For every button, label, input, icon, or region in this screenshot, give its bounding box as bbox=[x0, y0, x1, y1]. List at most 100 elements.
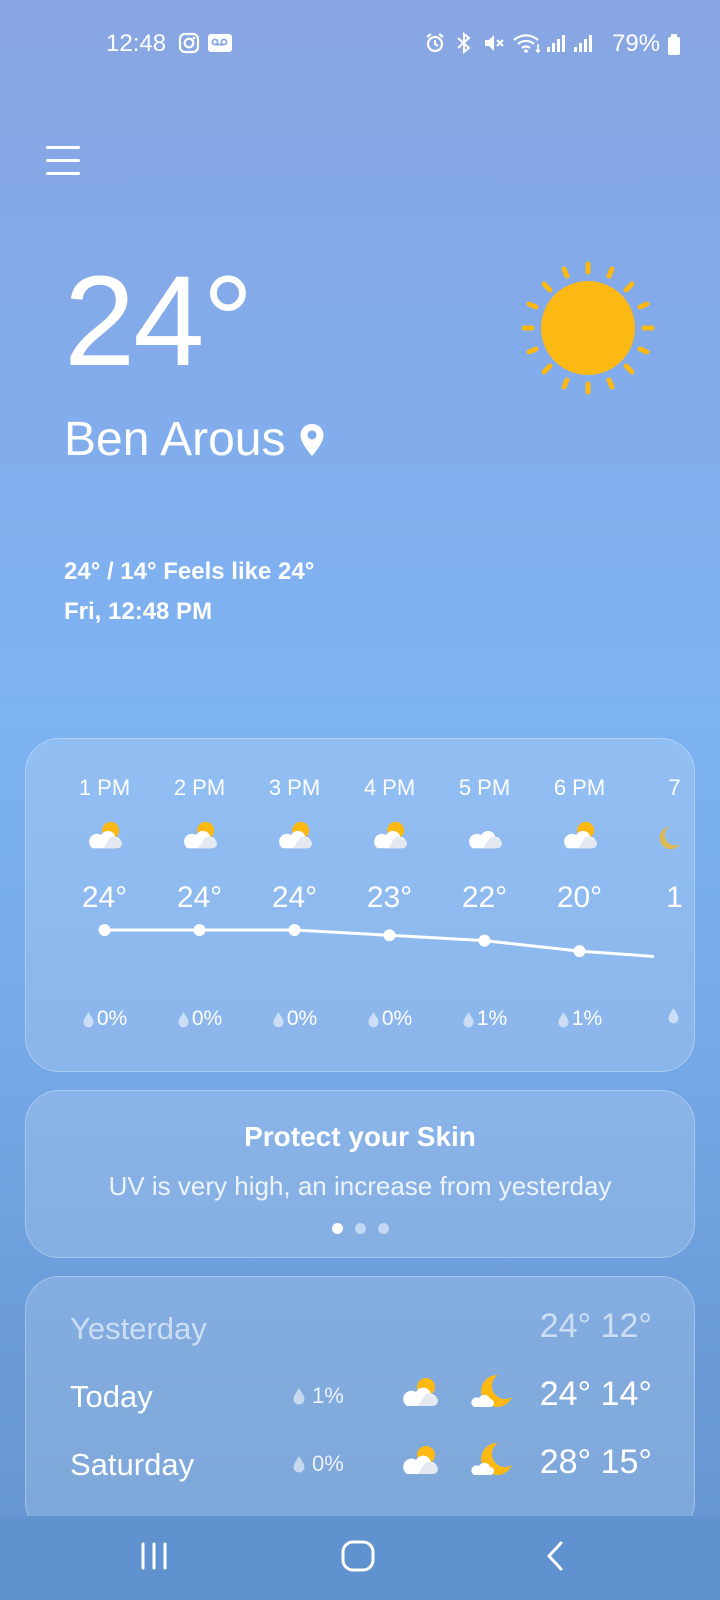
instagram-icon bbox=[178, 32, 200, 54]
hour-rain-value: 0% bbox=[286, 1007, 318, 1030]
day-name: Saturday bbox=[70, 1447, 195, 1482]
temperature-point bbox=[383, 929, 396, 942]
temperature-point bbox=[288, 924, 301, 936]
moon-cloud-icon bbox=[471, 1374, 512, 1407]
hour-rain: 0% bbox=[57, 1007, 152, 1031]
temperature-line bbox=[104, 928, 655, 958]
day-temps: 24° 12° bbox=[539, 1307, 652, 1345]
partly-cloudy-icon bbox=[403, 1446, 438, 1474]
hour-rain: 0% bbox=[247, 1007, 342, 1031]
recent-apps-button[interactable] bbox=[138, 1536, 170, 1576]
raindrop-icon bbox=[668, 1008, 679, 1024]
raindrop-icon bbox=[463, 1011, 474, 1027]
raindrop-icon bbox=[293, 1388, 305, 1405]
daily-row-saturday[interactable]: Saturday 0% 28° 15° bbox=[26, 1439, 694, 1489]
raindrop-icon bbox=[293, 1456, 305, 1473]
hour-temp: 20° bbox=[556, 881, 603, 914]
daily-row-yesterday[interactable]: Yesterday 24° 12° bbox=[26, 1303, 694, 1353]
partly-cloudy-icon bbox=[369, 819, 411, 858]
hourly-forecast-card[interactable]: 1 PM 24° 0% 2 PM 24° 0% 3 PM 24° 0% 4 PM 23° 0% 5 PM… bbox=[25, 738, 695, 1072]
status-bar: 12:48 79% bbox=[0, 28, 720, 62]
raindrop-icon bbox=[368, 1011, 379, 1027]
location[interactable]: Ben Arous bbox=[64, 416, 325, 464]
battery-icon bbox=[668, 34, 680, 55]
hour-rain: 1% bbox=[437, 1007, 532, 1031]
hour-temp: 1 bbox=[666, 881, 683, 914]
hour-label: 5 PM bbox=[458, 775, 511, 800]
uv-tip-subtitle: UV is very high, an increase from yester… bbox=[108, 1171, 612, 1201]
uv-tip-card[interactable]: Protect your Skin UV is very high, an in… bbox=[25, 1090, 695, 1258]
day-temps: 28° 15° bbox=[539, 1443, 652, 1481]
hour-label: 6 PM bbox=[553, 775, 606, 800]
location-pin-icon bbox=[300, 424, 324, 456]
raindrop-icon bbox=[558, 1011, 569, 1027]
hour-temp: 23° bbox=[366, 881, 413, 914]
day-name: Yesterday bbox=[70, 1311, 207, 1346]
home-button[interactable] bbox=[338, 1536, 378, 1576]
hour-rain bbox=[627, 1007, 694, 1024]
partly-cloudy-icon bbox=[403, 1378, 438, 1406]
cloud-icon bbox=[464, 819, 506, 858]
mute-icon bbox=[485, 35, 504, 51]
bluetooth-icon bbox=[457, 32, 471, 54]
battery-level: 79% bbox=[612, 30, 660, 58]
day-temps: 24° 14° bbox=[539, 1375, 652, 1413]
hour-rain: 1% bbox=[532, 1007, 627, 1031]
temperature-point bbox=[98, 924, 111, 936]
page-indicator bbox=[26, 1223, 694, 1234]
current-temperature: 24° bbox=[64, 250, 254, 393]
raindrop-icon bbox=[273, 1011, 284, 1027]
partly-cloudy-icon bbox=[84, 819, 126, 858]
hour-rain: 0% bbox=[342, 1007, 437, 1031]
day-rain: 1% bbox=[292, 1383, 344, 1409]
page-dot bbox=[331, 1223, 343, 1234]
temperature-point bbox=[478, 934, 491, 947]
temperature-point bbox=[193, 924, 206, 936]
page-dot bbox=[377, 1223, 389, 1234]
navigation-bar bbox=[0, 1516, 720, 1600]
hour-temp: 24° bbox=[81, 881, 128, 914]
hour-rain-value: 1% bbox=[476, 1007, 508, 1030]
hour-label: 1 PM bbox=[78, 775, 131, 800]
wifi-icon bbox=[513, 34, 541, 54]
raindrop-icon bbox=[178, 1011, 189, 1027]
hi-lo-feels-like: 24° / 14° Feels like 24° bbox=[64, 558, 315, 585]
day-name: Today bbox=[70, 1379, 153, 1414]
partly-cloudy-icon bbox=[559, 819, 601, 858]
alarm-icon bbox=[426, 33, 444, 53]
hour-temp: 24° bbox=[271, 881, 318, 914]
uv-tip-title: Protect your Skin bbox=[244, 1121, 476, 1152]
day-rain: 0% bbox=[292, 1451, 344, 1477]
hour-temp: 24° bbox=[176, 881, 223, 914]
daily-forecast-card[interactable]: Yesterday 24° 12° Today 1% 24° 14° Satur… bbox=[25, 1276, 695, 1536]
signal-icon bbox=[547, 35, 565, 52]
hour-rain-value: 0% bbox=[191, 1007, 223, 1030]
hour-label: 7 bbox=[668, 775, 681, 800]
hour-rain-value: 1% bbox=[571, 1007, 603, 1030]
hour-rain-value: 0% bbox=[381, 1007, 413, 1030]
hour-rain: 0% bbox=[152, 1007, 247, 1031]
moon-icon bbox=[654, 819, 694, 858]
signal-icon bbox=[574, 35, 592, 52]
battery-percent: 79% bbox=[612, 30, 661, 57]
hour-rain-value: 0% bbox=[96, 1007, 128, 1030]
day-rain-value: 1% bbox=[312, 1383, 344, 1408]
day-rain-value: 0% bbox=[312, 1451, 344, 1476]
hour-label: 4 PM bbox=[363, 775, 416, 800]
hour-label: 3 PM bbox=[268, 775, 321, 800]
status-time: 12:48 bbox=[106, 30, 167, 57]
back-button[interactable] bbox=[542, 1536, 570, 1576]
current-datetime: Fri, 12:48 PM bbox=[64, 598, 213, 625]
current-details: 24° / 14° Feels like 24° Fri, 12:48 PM bbox=[64, 552, 314, 632]
partly-cloudy-icon bbox=[179, 819, 221, 858]
hour-temp: 22° bbox=[461, 881, 508, 914]
raindrop-icon bbox=[83, 1011, 94, 1027]
moon-cloud-icon bbox=[471, 1442, 512, 1475]
voicemail-icon bbox=[208, 34, 232, 52]
location-name: Ben Arous bbox=[64, 413, 286, 466]
sun-icon bbox=[521, 261, 655, 395]
daily-row-today[interactable]: Today 1% 24° 14° bbox=[26, 1371, 694, 1421]
menu-icon[interactable] bbox=[46, 146, 80, 176]
page-dot bbox=[354, 1223, 366, 1234]
partly-cloudy-icon bbox=[274, 819, 316, 858]
